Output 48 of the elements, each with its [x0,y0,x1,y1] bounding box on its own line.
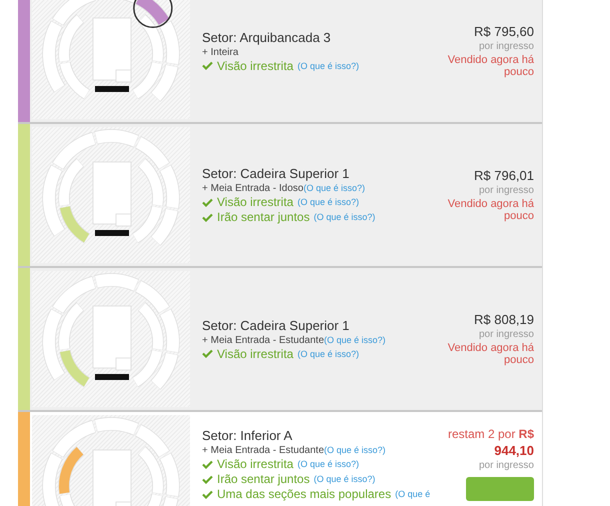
sold-note: Vendido agora há pouco [446,54,534,78]
feature-label: Irão sentar juntos [217,210,310,224]
check-icon [202,490,213,498]
feature-label: Visão irrestrita [217,457,294,471]
sector-title: Setor: Inferior A [202,428,294,443]
feature-label: Visão irrestrita [217,58,294,72]
listing-card[interactable]: Setor: Arquibancada 3 + Inteira Visão irrestrita (O que é isso?) R$ 795,60 por ingresso Vendido agora há pouco [18,0,542,122]
price: R$ 808,19 [474,312,534,327]
check-icon [202,349,213,358]
fare-type: + Inteira [202,46,238,58]
price: R$ 796,01 [474,168,534,183]
check-icon [202,198,213,206]
fare-type: + Meia Entrada - Estudante [202,334,324,346]
feature-label: Visão irrestrita [217,346,294,360]
price-unit: por ingresso [478,184,534,196]
info-link[interactable]: (O que é isso?) [297,459,360,469]
info-link[interactable]: (O que é isso?) [297,60,360,70]
info-link[interactable]: (O que é [395,489,430,499]
remaining-note: restam 2 por R$ [448,428,534,442]
price-unit: por ingresso [478,460,534,472]
listing-card[interactable]: Setor: Cadeira Superior 1 + Meia Entrada - Estudante(O que é isso?) Visão irrestrita (O que é isso?) R$ 808,19 por ingresso Vendido agora há pouco [18,268,542,410]
info-link[interactable]: (O que é isso?) [314,474,376,484]
sold-note: Vendido agora há pouco [446,198,534,222]
check-icon [202,61,213,70]
info-link[interactable]: (O que é isso?) [297,348,360,358]
price: R$ 795,60 [474,24,534,39]
info-link[interactable]: (O que é isso?) [297,197,360,207]
info-link[interactable]: (O que é isso?) [324,445,386,455]
check-icon [202,474,213,484]
feature-label: Visão irrestrita [217,195,294,209]
info-link[interactable]: (O que é isso?) [303,183,365,193]
feature-label: Uma das seções mais populares [217,487,392,501]
price-unit: por ingresso [478,40,534,52]
sector-title: Setor: Arquibancada 3 [202,30,332,44]
feature-label: Irão sentar juntos [217,472,310,486]
sector-title: Setor: Cadeira Superior 1 [202,318,350,332]
buy-button[interactable] [466,477,534,502]
info-link[interactable]: (O que é isso?) [324,334,386,344]
fare-type: + Meia Entrada - Idoso [202,183,304,194]
info-link[interactable]: (O que é isso?) [314,212,376,222]
listing-card[interactable]: Setor: Cadeira Superior 1 + Meia Entrada - Idoso(O que é isso?) Visão irrestrita (O que é isso?) Irão sentar juntos (O que é isso?) R$ 796,01 por ingresso Vendido agora há pouco [18,124,542,266]
sector-title: Setor: Cadeira Superior 1 [202,166,350,181]
price: 944,10 [494,443,534,458]
fare-type: + Meia Entrada - Estudante [202,445,324,456]
check-icon [202,460,213,468]
sold-note: Vendido agora há pouco [446,342,534,366]
check-icon [202,212,213,222]
price-unit: por ingresso [478,328,534,340]
